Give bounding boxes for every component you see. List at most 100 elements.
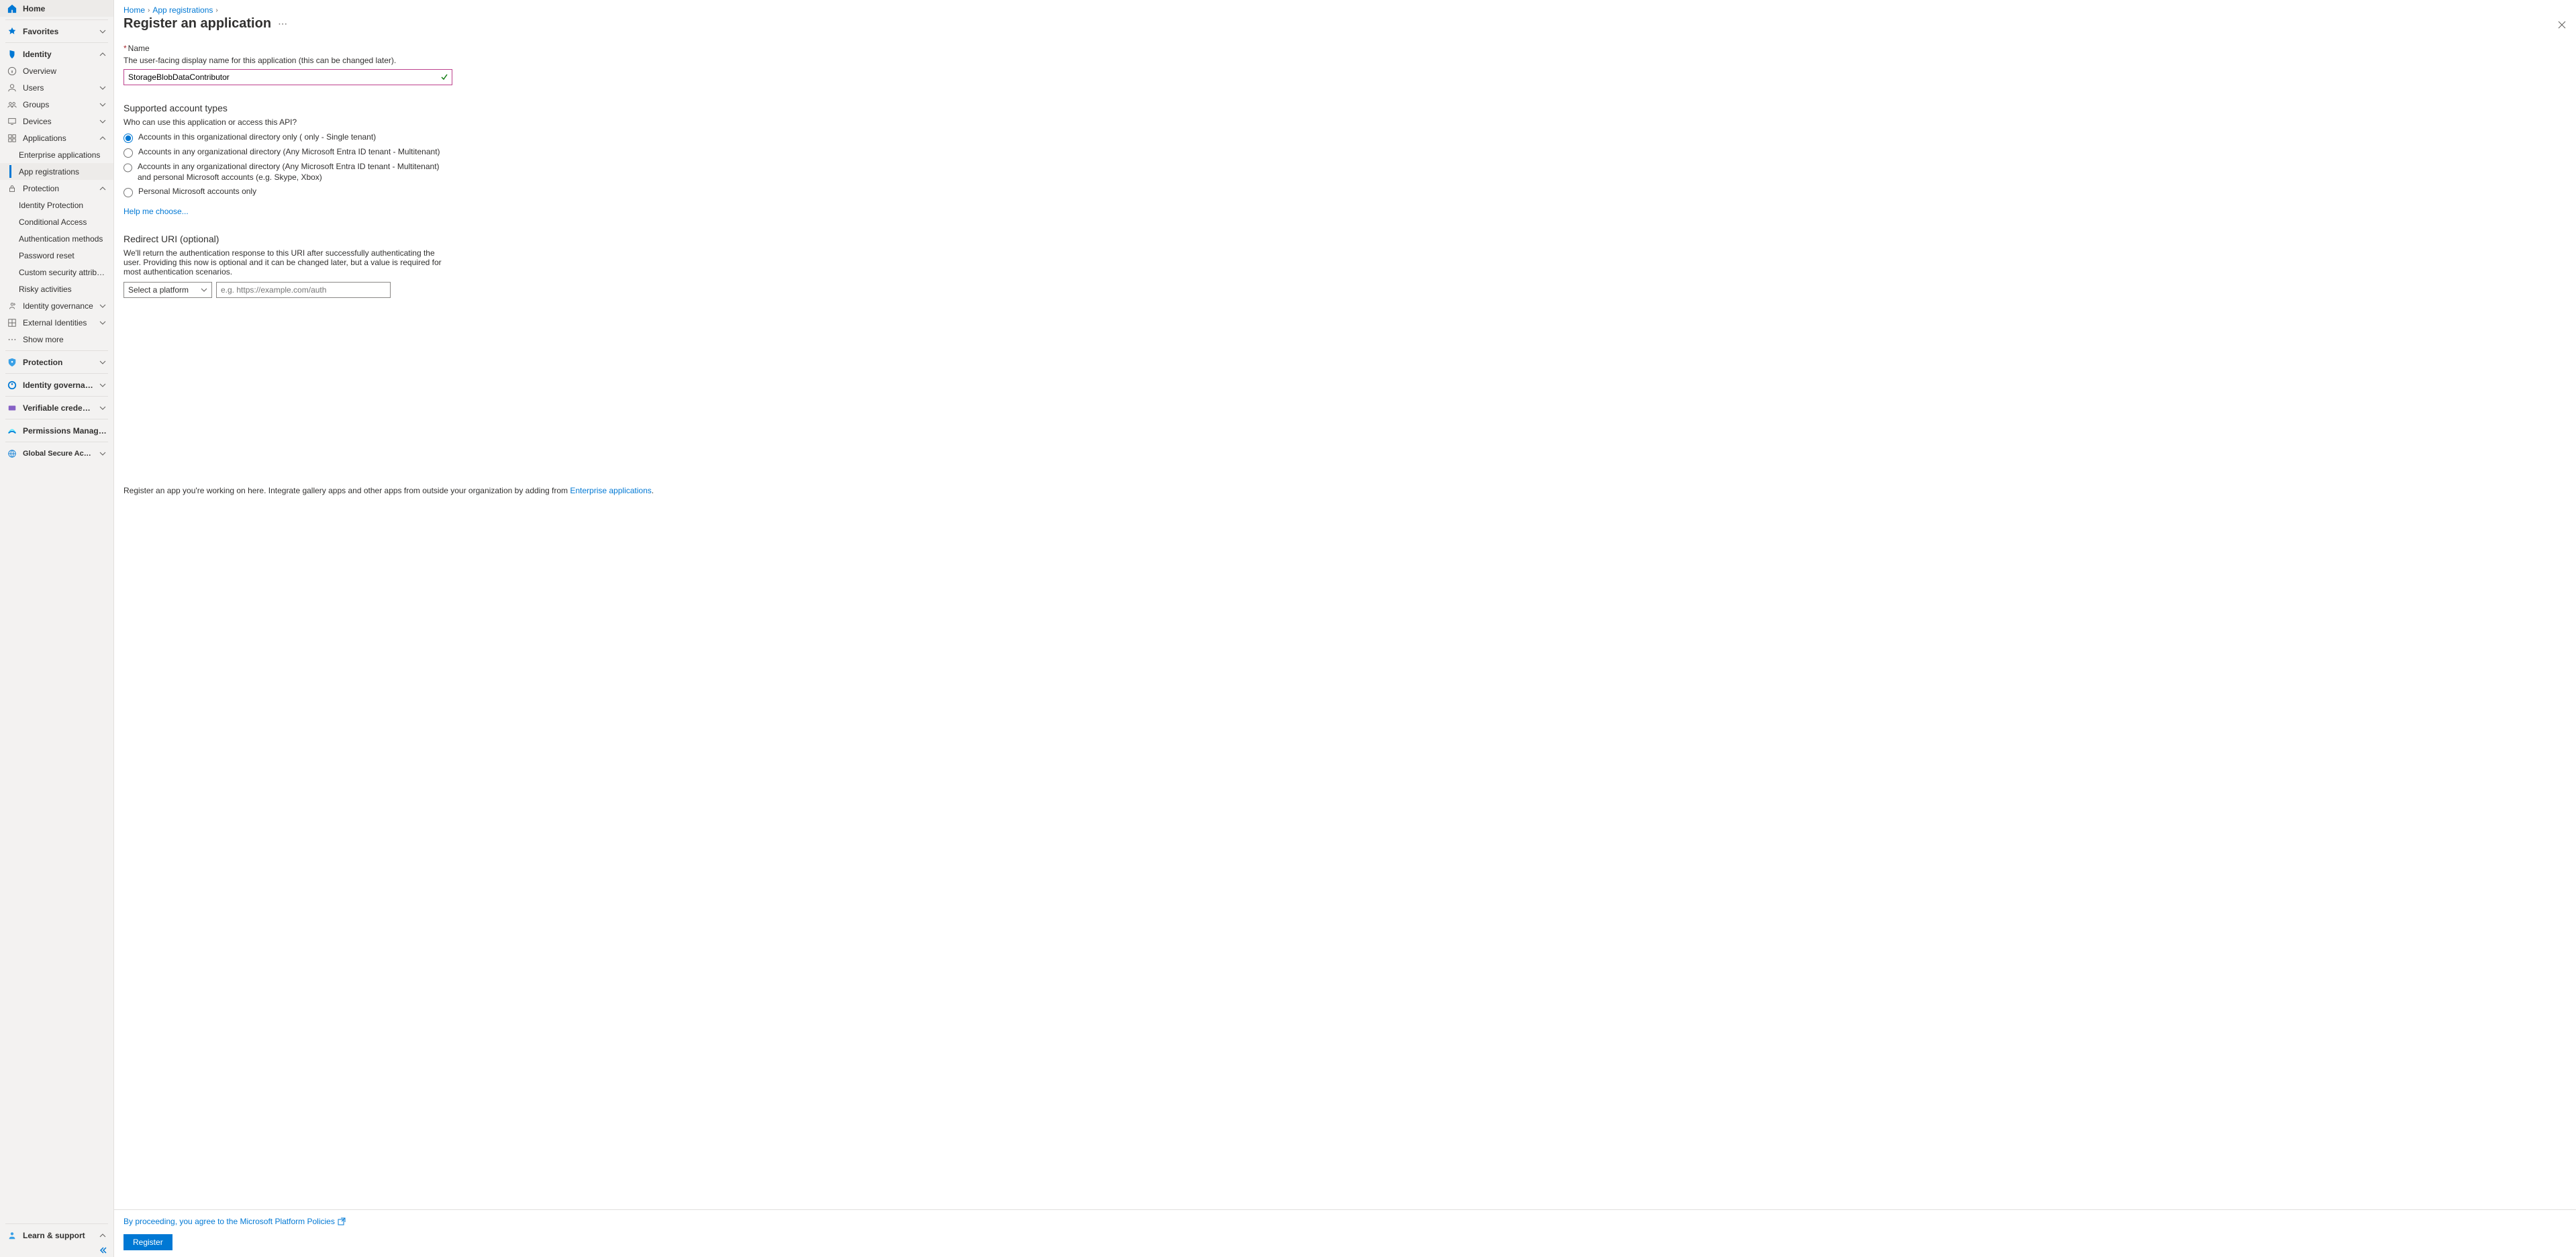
account-type-radio-0[interactable] (123, 134, 133, 143)
nav-protection-sub-label: Protection (23, 184, 93, 193)
chevron-down-icon (99, 101, 107, 109)
account-type-option-3[interactable]: Personal Microsoft accounts only (123, 187, 452, 197)
chevron-down-icon (99, 358, 107, 366)
account-type-label-2: Accounts in any organizational directory… (138, 162, 452, 183)
enterprise-apps-link[interactable]: Enterprise applications (570, 486, 651, 495)
nav-overview[interactable]: Overview (0, 62, 113, 79)
nav-external-identities[interactable]: External Identities (0, 314, 113, 331)
platform-policies-link[interactable]: By proceeding, you agree to the Microsof… (123, 1217, 346, 1226)
account-type-radio-1[interactable] (123, 148, 133, 158)
chevron-down-icon (99, 84, 107, 92)
nav-favorites[interactable]: Favorites (0, 23, 113, 40)
account-type-option-1[interactable]: Accounts in any organizational directory… (123, 147, 452, 158)
platform-select[interactable]: Select a platform (123, 282, 212, 298)
nav-permissions[interactable]: Permissions Management (0, 422, 113, 439)
apps-icon (7, 133, 17, 144)
collapse-sidebar-button[interactable] (0, 1244, 113, 1257)
nav-password-reset[interactable]: Password reset (0, 247, 113, 264)
nav-users-label: Users (23, 83, 93, 93)
required-star: * (123, 44, 127, 53)
account-type-radio-3[interactable] (123, 188, 133, 197)
nav-devices[interactable]: Devices (0, 113, 113, 130)
nav-gsa[interactable]: Global Secure Access (Preview) (0, 445, 113, 462)
chevron-down-icon (99, 28, 107, 36)
chevron-down-icon (99, 117, 107, 125)
nav-verifiable[interactable]: Verifiable credentials (0, 399, 113, 416)
account-type-option-2[interactable]: Accounts in any organizational directory… (123, 162, 452, 183)
collapse-icon (99, 1246, 107, 1254)
breadcrumb-app-registrations[interactable]: App registrations (152, 5, 213, 15)
nav-conditional-access[interactable]: Conditional Access (0, 213, 113, 230)
redirect-uri-input[interactable] (216, 282, 391, 298)
app-name-input[interactable] (123, 69, 452, 85)
chevron-down-icon (99, 450, 107, 458)
chevron-down-icon (99, 381, 107, 389)
nav-applications-label: Applications (23, 134, 93, 143)
star-icon (7, 26, 17, 37)
close-blade-button[interactable] (2557, 20, 2567, 30)
register-button[interactable]: Register (123, 1234, 172, 1250)
close-icon (2557, 20, 2567, 30)
nav-id-governance-sub[interactable]: Identity governance (0, 297, 113, 314)
redirect-heading: Redirect URI (optional) (123, 234, 456, 244)
more-actions-button[interactable]: ⋯ (278, 18, 287, 30)
chevron-right-icon: › (215, 7, 217, 14)
account-type-radio-2[interactable] (123, 163, 132, 172)
chevron-down-icon (99, 319, 107, 327)
governance-icon (7, 301, 17, 311)
help-me-choose-link[interactable]: Help me choose... (123, 207, 189, 216)
nav-identity[interactable]: Identity (0, 46, 113, 62)
nav-identity-governance[interactable]: Identity governance (0, 376, 113, 393)
redirect-uri-block: Redirect URI (optional) We'll return the… (123, 234, 456, 298)
bottom-note: Register an app you're working on here. … (123, 486, 2567, 495)
nav-auth-methods[interactable]: Authentication methods (0, 230, 113, 247)
devices-icon (7, 116, 17, 127)
more-icon (7, 334, 17, 345)
users-icon (7, 83, 17, 93)
nav-risky[interactable]: Risky activities (0, 281, 113, 297)
external-link-icon (338, 1217, 346, 1225)
nav-custom-sec[interactable]: Custom security attributes (0, 264, 113, 281)
chevron-down-icon (99, 302, 107, 310)
nav-protection-sub[interactable]: Protection (0, 180, 113, 197)
home-icon (7, 3, 17, 14)
nav-home[interactable]: Home (0, 0, 113, 17)
nav-home-label: Home (23, 4, 107, 13)
nav-applications[interactable]: Applications (0, 130, 113, 146)
governance-main-icon (7, 380, 17, 391)
chevron-up-icon (99, 1231, 107, 1240)
account-types-block: Supported account types Who can use this… (123, 103, 456, 216)
nav-identity-label: Identity (23, 50, 93, 59)
permissions-icon (7, 425, 17, 436)
nav-learn[interactable]: Learn & support (0, 1227, 113, 1244)
nav-app-registrations-label: App registrations (19, 167, 107, 177)
chevron-up-icon (99, 134, 107, 142)
info-icon (7, 66, 17, 77)
name-label: *Name (123, 44, 456, 53)
nav-users[interactable]: Users (0, 79, 113, 96)
breadcrumb-home[interactable]: Home (123, 5, 145, 15)
platform-select-value: Select a platform (128, 285, 189, 295)
footer-bar: By proceeding, you agree to the Microsof… (114, 1209, 2576, 1257)
chevron-up-icon (99, 185, 107, 193)
groups-icon (7, 99, 17, 110)
identity-icon (7, 49, 17, 60)
shield-icon (7, 357, 17, 368)
nav-identity-protection[interactable]: Identity Protection (0, 197, 113, 213)
nav-show-more[interactable]: Show more (0, 331, 113, 348)
nav-app-registrations[interactable]: App registrations (0, 163, 113, 180)
nav-groups[interactable]: Groups (0, 96, 113, 113)
chevron-down-icon (201, 287, 207, 293)
chevron-up-icon (99, 50, 107, 58)
name-field-block: *Name The user-facing display name for t… (123, 44, 456, 85)
nav-enterprise-apps[interactable]: Enterprise applications (0, 146, 113, 163)
main-content: Home › App registrations › Register an a… (114, 0, 2576, 1257)
account-type-label-1: Accounts in any organizational directory… (138, 147, 440, 158)
nav-protection[interactable]: Protection (0, 354, 113, 370)
credentials-icon (7, 403, 17, 413)
nav-favorites-label: Favorites (23, 27, 93, 36)
globe-icon (7, 448, 17, 459)
lock-icon (7, 183, 17, 194)
account-types-heading: Supported account types (123, 103, 456, 113)
account-type-option-0[interactable]: Accounts in this organizational director… (123, 132, 452, 143)
